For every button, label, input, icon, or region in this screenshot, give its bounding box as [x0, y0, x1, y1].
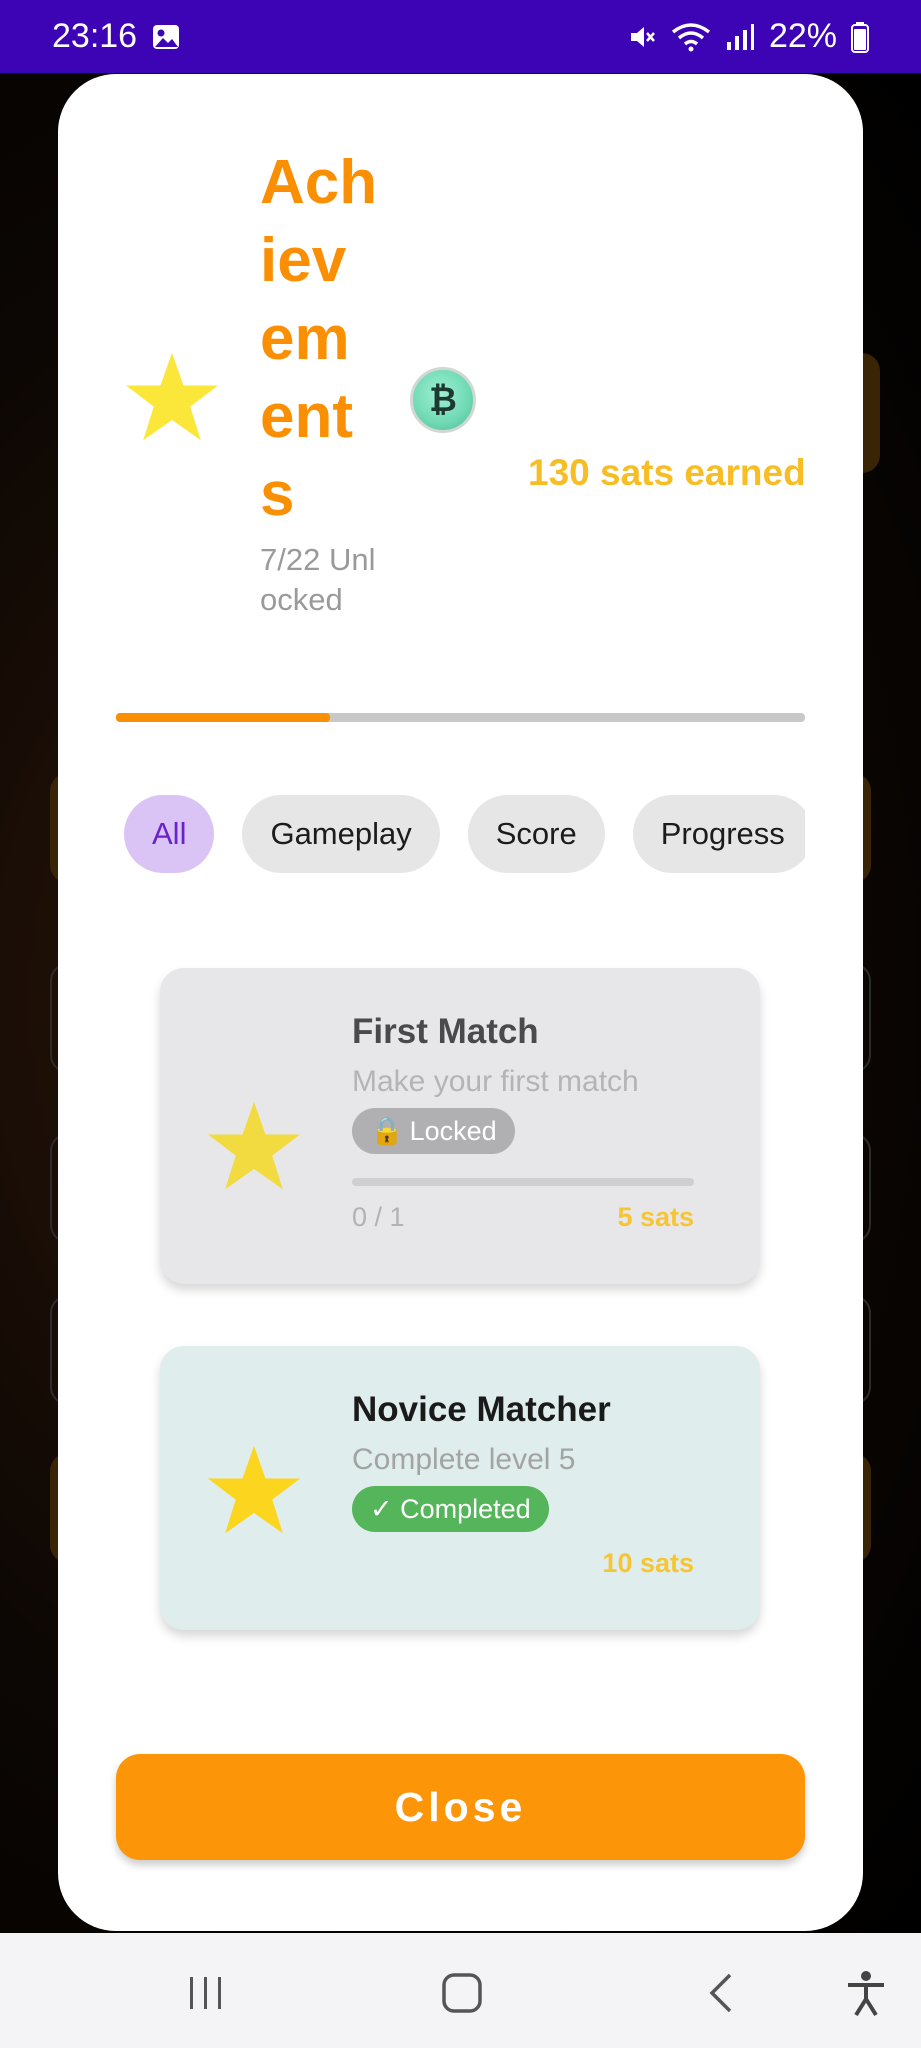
achievement-progress-bar: [352, 1178, 694, 1186]
sats-earned: 130 sats earned: [528, 452, 806, 493]
close-button[interactable]: Close: [116, 1754, 805, 1860]
back-icon[interactable]: [692, 1963, 752, 2023]
status-badge: 🔒 Locked: [352, 1108, 515, 1154]
unlocked-count: 7/22 Unlocked: [260, 542, 376, 617]
modal-header: Achievements 7/22 Unlocked ₿ 130 sats ea…: [58, 74, 863, 774]
status-badge-label: Locked: [409, 1115, 497, 1146]
star-icon: [125, 352, 219, 441]
wifi-icon: [671, 22, 711, 52]
gallery-icon: [151, 23, 181, 51]
achievement-details: First Match Make your first match 🔒 Lock…: [352, 1010, 694, 1233]
star-icon: [207, 1445, 301, 1534]
achievement-description: Complete level 5: [352, 1443, 576, 1476]
filter-chip-gameplay[interactable]: Gameplay: [242, 795, 440, 873]
achievement-card-novice-matcher[interactable]: Novice Matcher Complete level 5 ✓ Comple…: [160, 1346, 760, 1630]
overall-progress-bar: [116, 713, 805, 722]
achievement-footer: 10 sats: [352, 1548, 694, 1579]
home-icon[interactable]: [432, 1963, 492, 2023]
lock-icon: 🔒: [370, 1116, 404, 1146]
filter-chip-all[interactable]: All: [124, 795, 215, 873]
battery-icon: [851, 21, 869, 53]
achievement-description: Make your first match: [352, 1065, 639, 1098]
filter-chips: All Gameplay Score Progress: [124, 794, 805, 874]
navigation-bar: [0, 1933, 921, 2048]
battery-percent: 22%: [768, 17, 837, 55]
achievement-title: First Match: [352, 1012, 539, 1051]
achievement-reward: 5 sats: [617, 1202, 694, 1232]
recent-apps-icon[interactable]: [176, 1963, 236, 2023]
achievement-title: Novice Matcher: [352, 1390, 611, 1429]
achievement-footer: 0 / 1 5 sats: [352, 1202, 694, 1233]
bitcoin-coin-icon: ₿: [410, 367, 476, 433]
achievement-details: Novice Matcher Complete level 5 ✓ Comple…: [352, 1388, 694, 1579]
bitcoin-symbol: ₿: [429, 380, 457, 419]
title-column: Achievements 7/22 Unlocked: [260, 144, 380, 620]
filter-chip-score[interactable]: Score: [467, 795, 605, 873]
accessibility-icon[interactable]: [836, 1963, 896, 2023]
achievement-progress-count: 0 / 1: [352, 1202, 405, 1232]
achievement-card-first-match[interactable]: First Match Make your first match 🔒 Lock…: [160, 968, 760, 1284]
mute-icon: [627, 22, 657, 52]
overall-progress-fill: [116, 713, 330, 722]
status-bar: 23:16 22%: [0, 0, 921, 73]
achievements-modal: Achievements 7/22 Unlocked ₿ 130 sats ea…: [58, 74, 863, 1931]
status-badge-label: ✓ Completed: [370, 1493, 531, 1524]
status-time: 23:16: [52, 17, 138, 55]
signal-icon: [725, 22, 755, 52]
achievement-reward: 10 sats: [602, 1548, 694, 1578]
filter-chip-progress[interactable]: Progress: [632, 795, 805, 873]
star-icon: [207, 1101, 301, 1190]
page-title: Achievements: [260, 148, 378, 529]
status-badge: ✓ Completed: [352, 1486, 549, 1532]
